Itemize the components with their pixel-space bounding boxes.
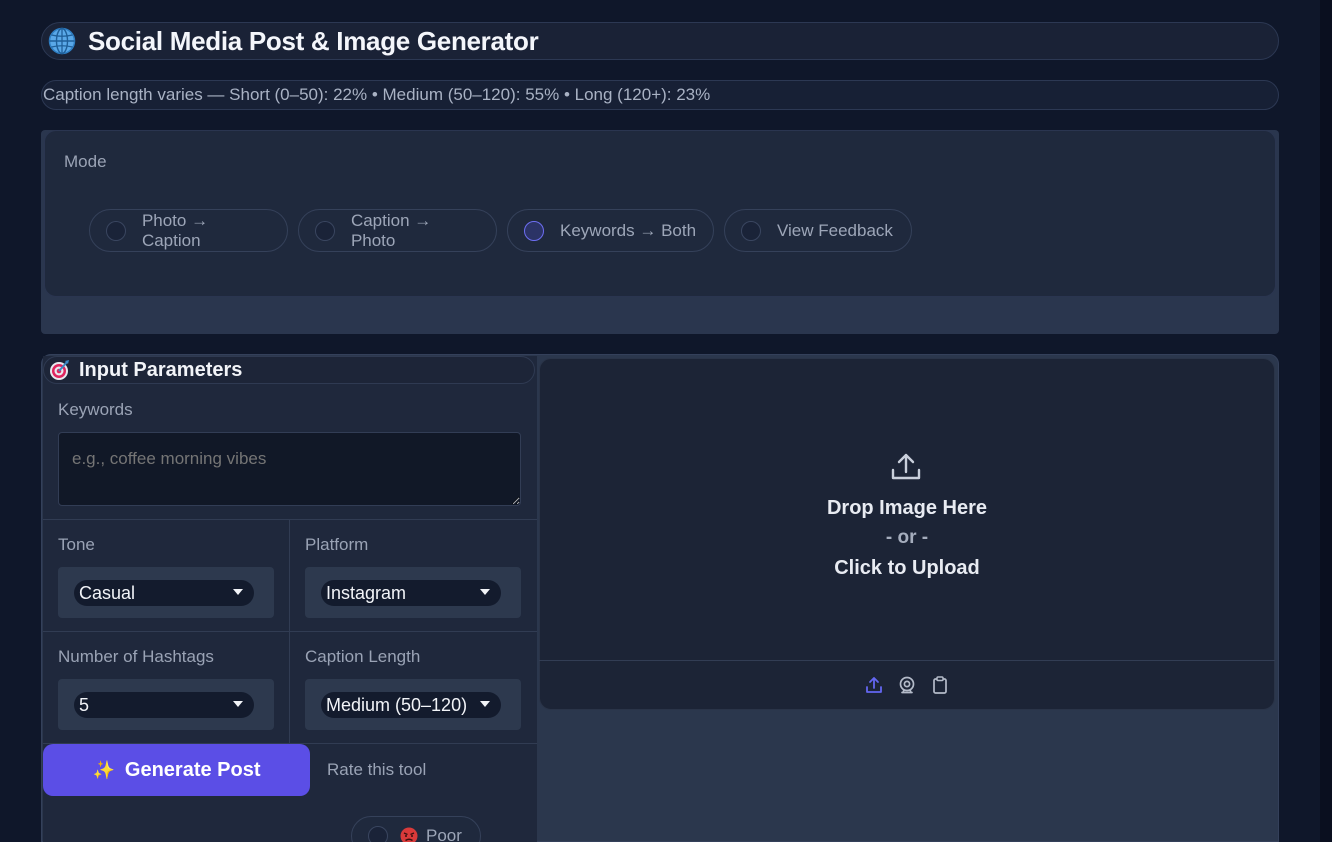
keywords-label: Keywords (58, 400, 133, 419)
rating-option-poor[interactable]: Poor (351, 816, 481, 842)
input-parameters-title: Input Parameters (79, 358, 243, 381)
divider (289, 520, 290, 743)
input-parameters-header: Input Parameters (43, 356, 535, 384)
tone-label: Tone (58, 535, 95, 554)
click-to-upload-text[interactable]: Click to Upload (539, 553, 1275, 583)
caption-length-value: Medium (50–120) (326, 694, 468, 715)
caption-stats-text: Caption length varies — Short (0–50): 22… (43, 85, 711, 104)
radio-button[interactable] (368, 826, 388, 842)
drop-zone-texts: Drop Image Here - or - Click to Upload (539, 493, 1275, 583)
hashtags-label: Number of Hashtags (58, 647, 214, 666)
upload-icon[interactable] (865, 676, 883, 694)
sparkles-icon: ✨ (92, 759, 115, 780)
mode-option-view-feedback[interactable]: View Feedback (724, 209, 912, 252)
chevron-down-icon (480, 701, 490, 707)
app-header: Social Media Post & Image Generator (41, 22, 1279, 60)
mode-option-label: Keywords → Both (560, 220, 697, 240)
hashtags-select[interactable]: 5 (74, 692, 254, 718)
drop-image-text: Drop Image Here (826, 497, 988, 519)
mode-option-keywords-to-both[interactable]: Keywords → Both (507, 209, 714, 252)
hashtags-select-wrapper: 5 (58, 679, 274, 730)
tone-value: Casual (79, 582, 136, 603)
drop-zone-divider (539, 660, 1275, 661)
platform-select-wrapper: Instagram (305, 567, 521, 618)
radio-button[interactable] (315, 220, 335, 241)
radio-button[interactable] (106, 220, 126, 241)
clipboard-icon[interactable] (931, 676, 949, 694)
caption-length-label: Caption Length (305, 647, 421, 666)
mode-option-label: Caption → Photo (350, 210, 432, 250)
mode-option-caption-to-photo[interactable]: Caption → Photo (298, 209, 497, 252)
caption-length-select[interactable]: Medium (50–120) (321, 692, 501, 718)
webcam-icon[interactable] (898, 676, 916, 694)
chevron-down-icon (233, 589, 243, 595)
chevron-down-icon (233, 701, 243, 707)
target-icon (50, 360, 69, 380)
rating-label: Rate this tool (327, 760, 427, 779)
mode-option-label: Photo → Caption (141, 210, 209, 250)
platform-select[interactable]: Instagram (321, 580, 501, 606)
caption-length-select-wrapper: Medium (50–120) (305, 679, 521, 730)
mode-label: Mode (64, 152, 107, 171)
generate-post-label: Generate Post (124, 758, 261, 781)
radio-button-selected[interactable] (524, 220, 544, 241)
generate-post-button[interactable]: ✨ Generate Post (43, 744, 310, 796)
caption-stats-bar: Caption length varies — Short (0–50): 22… (41, 80, 1279, 110)
globe-icon (48, 27, 76, 55)
tone-select[interactable]: Casual (74, 580, 254, 606)
platform-label: Platform (305, 535, 369, 554)
chevron-down-icon (480, 589, 490, 595)
rating-option-label: Poor (426, 826, 462, 842)
keywords-input[interactable] (58, 432, 521, 506)
window-edge (1320, 0, 1332, 842)
mode-option-photo-to-caption[interactable]: Photo → Caption (89, 209, 288, 252)
upload-icon (891, 453, 921, 480)
divider (43, 631, 537, 632)
platform-value: Instagram (326, 582, 407, 603)
hashtags-value: 5 (79, 694, 90, 715)
radio-button[interactable] (741, 220, 761, 241)
tone-select-wrapper: Casual (58, 567, 274, 618)
or-separator: - or - (885, 527, 929, 548)
divider (43, 519, 537, 520)
angry-face-icon (400, 827, 418, 842)
mode-option-label: View Feedback (777, 220, 893, 240)
page-title: Social Media Post & Image Generator (88, 25, 539, 56)
